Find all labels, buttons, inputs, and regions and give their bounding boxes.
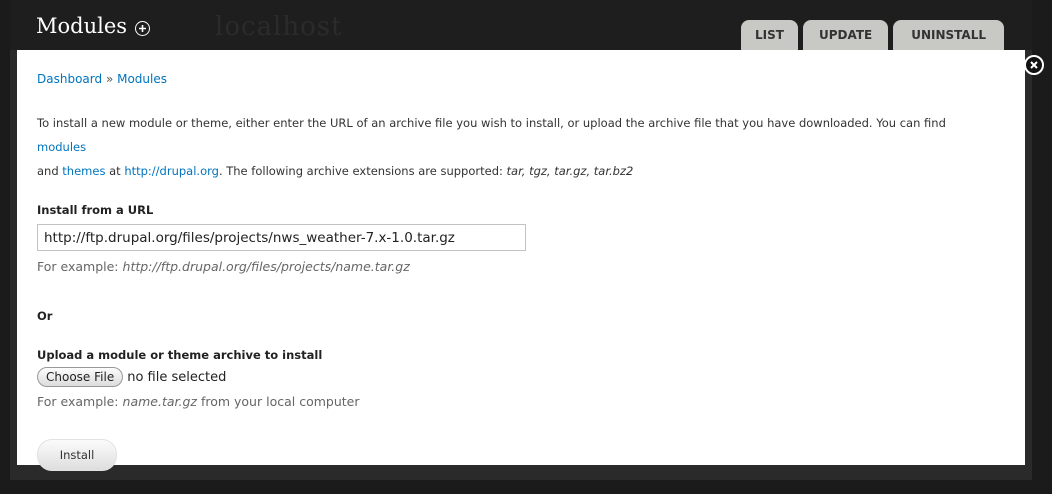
tab-uninstall[interactable]: UNINSTALL [893, 20, 1004, 50]
intro-text-3: at [109, 164, 121, 178]
intro-text-1: To install a new module or theme, either… [37, 116, 946, 130]
file-upload-field: Choose File no file selected [37, 367, 1025, 387]
modules-link[interactable]: modules [37, 140, 86, 154]
url-example: For example: http://ftp.drupal.org/files… [37, 259, 1025, 274]
install-url-input[interactable] [37, 224, 526, 251]
install-url-label: Install from a URL [37, 203, 154, 217]
breadcrumb-modules[interactable]: Modules [117, 72, 167, 86]
url-example-value: http://ftp.drupal.org/files/projects/nam… [122, 259, 410, 274]
page-title: Modules [36, 14, 151, 38]
upload-example: For example: name.tar.gz from your local… [37, 394, 1025, 409]
supported-extensions: tar, tgz, tar.gz, tar.bz2 [506, 164, 634, 178]
intro-text-2: and [37, 164, 59, 178]
themes-link[interactable]: themes [62, 164, 105, 178]
background-site-name: localhost [215, 12, 343, 42]
upload-example-prefix: For example: [37, 394, 119, 409]
close-icon [1030, 61, 1038, 69]
breadcrumb-separator: » [105, 72, 114, 86]
add-shortcut-icon[interactable] [135, 20, 151, 36]
breadcrumb-dashboard[interactable]: Dashboard [37, 72, 102, 86]
intro-text: To install a new module or theme, either… [37, 111, 997, 183]
or-label: Or [37, 309, 53, 323]
tab-update[interactable]: UPDATE [802, 20, 889, 50]
file-status: no file selected [127, 369, 227, 385]
page-title-text: Modules [36, 14, 128, 38]
breadcrumb: Dashboard » Modules [37, 72, 1025, 88]
secondary-tabs: LIST UPDATE UNINSTALL [741, 20, 1004, 50]
upload-example-suffix: from your local computer [200, 394, 360, 409]
drupal-link[interactable]: http://drupal.org [124, 164, 219, 178]
upload-example-value: name.tar.gz [122, 394, 197, 409]
install-button[interactable]: Install [37, 439, 117, 471]
main-content: Dashboard » Modules To install a new mod… [17, 50, 1025, 471]
url-example-prefix: For example: [37, 259, 119, 274]
tab-list[interactable]: LIST [741, 20, 798, 50]
choose-file-button[interactable]: Choose File [37, 367, 124, 387]
upload-label: Upload a module or theme archive to inst… [37, 348, 323, 362]
intro-text-4: . The following archive extensions are s… [218, 164, 503, 178]
close-overlay-button[interactable] [1024, 55, 1044, 75]
